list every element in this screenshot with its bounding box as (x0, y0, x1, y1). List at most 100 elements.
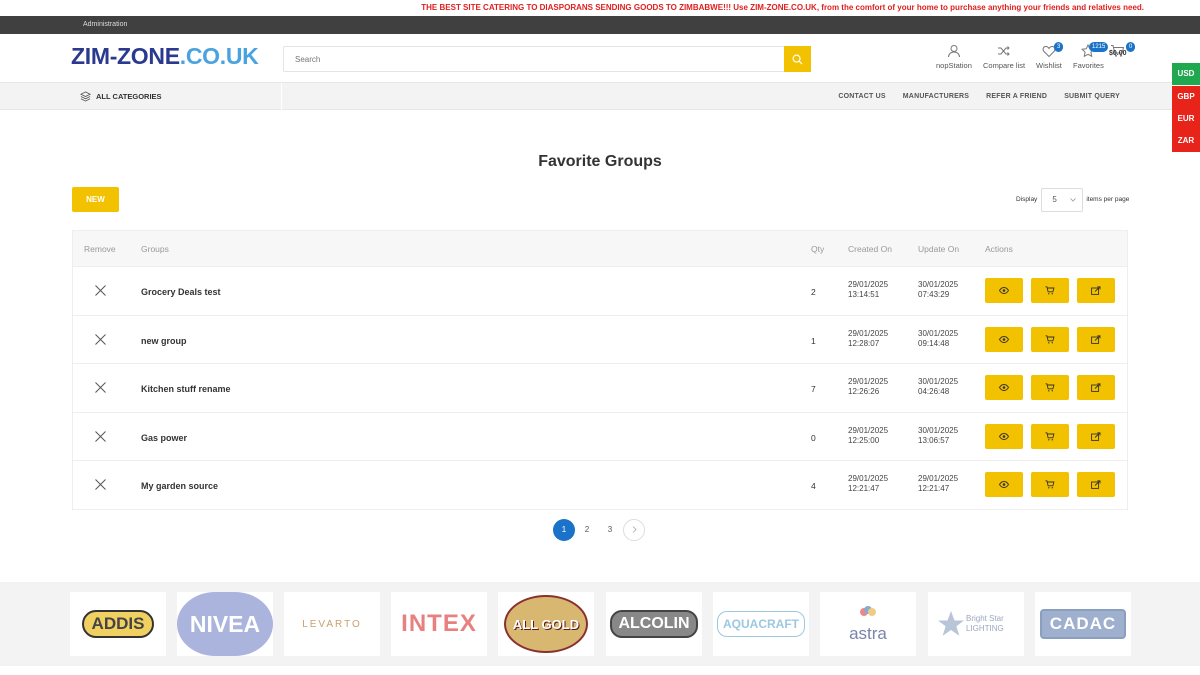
site-logo[interactable]: ZIM-ZONE.CO.UK (71, 43, 259, 70)
search-input[interactable] (284, 47, 784, 71)
remove-group-button[interactable] (95, 333, 106, 347)
cart-icon (1045, 480, 1055, 489)
all-categories-button[interactable]: ALL CATEGORIES (70, 83, 282, 110)
group-qty: 1 (811, 335, 816, 346)
favorite-groups-table: Remove Groups Qty Created On Update On A… (72, 230, 1128, 510)
updated-on: 30/01/2025 07:43:29 (918, 280, 978, 300)
add-to-cart-button[interactable] (1031, 423, 1069, 449)
brand-all-gold-name: ALL GOLD (512, 616, 580, 632)
share-group-button[interactable] (1077, 375, 1115, 401)
currency-eur[interactable]: EUR (1172, 108, 1200, 130)
star-icon (938, 611, 964, 636)
updated-date: 30/01/2025 (918, 280, 959, 289)
remove-group-button[interactable] (95, 430, 106, 444)
share-group-button[interactable] (1077, 472, 1115, 498)
created-on: 29/01/2025 12:28:07 (848, 329, 908, 349)
updated-time: 13:06:57 (918, 435, 950, 445)
header-updated-on: Update On (918, 244, 960, 254)
updated-time: 07:43:29 (918, 290, 950, 299)
add-to-cart-button[interactable] (1031, 278, 1069, 303)
created-time: 12:25:00 (848, 435, 880, 445)
created-time: 12:28:07 (848, 338, 880, 348)
favorites-link[interactable]: Favorites 1215 (1073, 42, 1109, 70)
chevron-down-icon (1070, 197, 1077, 202)
view-group-button[interactable] (985, 326, 1023, 352)
astra-flower-icon (859, 605, 876, 616)
all-categories-label: ALL CATEGORIES (96, 92, 162, 101)
compare-link[interactable]: Compare list (983, 44, 1025, 70)
share-group-button[interactable] (1077, 278, 1115, 303)
brand-all-gold[interactable]: ALL GOLD (498, 592, 594, 656)
group-name[interactable]: Gas power (141, 433, 187, 443)
table-row: Kitchen stuff rename 7 29/01/2025 12:26:26 3… (73, 363, 1127, 412)
add-to-cart-button[interactable] (1031, 326, 1069, 352)
group-name[interactable]: My garden source (141, 481, 218, 491)
brand-alcolin[interactable]: ALCOLIN (606, 592, 702, 656)
page-size-select[interactable]: 5 (1041, 187, 1084, 212)
brand-addis[interactable]: ADDIS (70, 592, 166, 656)
page-2[interactable]: 2 (576, 519, 598, 541)
remove-group-button[interactable] (95, 382, 106, 395)
eye-icon (999, 287, 1009, 294)
table-row: My garden source 4 29/01/2025 12:21:47 29/01… (73, 460, 1127, 509)
favorites-count-badge: 1215 (1089, 42, 1109, 52)
next-page-button[interactable] (623, 519, 645, 541)
nav-link-contact-us[interactable]: CONTACT US (838, 93, 885, 100)
created-on: 29/01/2025 12:26:26 (848, 377, 908, 397)
created-date: 29/01/2025 (848, 377, 889, 387)
close-icon (95, 333, 106, 345)
group-name[interactable]: new group (141, 336, 187, 346)
brand-astra[interactable]: astra (820, 592, 916, 656)
new-group-button[interactable]: NEW (72, 187, 119, 212)
currency-gbp[interactable]: GBP (1172, 86, 1200, 108)
brand-bright-star[interactable]: Bright Star LIGHTING (928, 592, 1024, 656)
nav-link-refer-a-friend[interactable]: REFER A FRIEND (986, 93, 1047, 100)
share-icon (1091, 334, 1101, 344)
view-group-button[interactable] (985, 278, 1023, 303)
nav-link-submit-query[interactable]: SUBMIT QUERY (1064, 93, 1120, 100)
header-remove: Remove (84, 244, 116, 254)
cart-count-badge: 0 (1126, 42, 1136, 52)
view-group-button[interactable] (985, 375, 1023, 401)
add-to-cart-button[interactable] (1031, 472, 1069, 498)
admin-bar: Administration (0, 16, 1200, 34)
created-time: 12:21:47 (848, 484, 880, 494)
group-qty: 7 (811, 384, 816, 395)
brand-intex[interactable]: INTEX (391, 592, 487, 656)
share-group-button[interactable] (1077, 423, 1115, 449)
currency-usd[interactable]: USD (1172, 63, 1200, 85)
shuffle-icon (998, 46, 1010, 56)
nav-link-manufacturers[interactable]: MANUFACTURERS (903, 93, 969, 100)
items-per-page-label: items per page (1086, 196, 1130, 203)
logo-part1: ZIM-ZONE (71, 43, 180, 69)
view-group-button[interactable] (985, 423, 1023, 449)
group-name[interactable]: Grocery Deals test (141, 287, 221, 297)
brand-cadac[interactable]: CADAC (1035, 592, 1131, 656)
header-created-on: Created On (848, 244, 892, 254)
brand-levarto[interactable]: LEVARTO (284, 592, 380, 656)
updated-date: 30/01/2025 (918, 328, 959, 338)
eye-icon (999, 335, 1009, 343)
remove-group-button[interactable] (95, 285, 106, 298)
add-to-cart-button[interactable] (1031, 375, 1069, 401)
search-box (283, 46, 811, 72)
remove-group-button[interactable] (95, 479, 106, 492)
brand-astra-name: astra (849, 623, 887, 643)
admin-link[interactable]: Administration (83, 21, 127, 28)
currency-zar[interactable]: ZAR (1172, 130, 1200, 152)
account-link[interactable]: nopStation (936, 44, 972, 70)
brand-nivea[interactable]: NIVEA (177, 592, 273, 656)
group-name[interactable]: Kitchen stuff rename (141, 384, 231, 394)
search-button[interactable] (784, 46, 811, 72)
created-time: 12:26:26 (848, 387, 880, 397)
table-row: new group 1 29/01/2025 12:28:07 30/01/2025 09… (73, 314, 1127, 364)
brand-aquacraft[interactable]: AQUACRAFT (713, 592, 809, 656)
page-1[interactable]: 1 (553, 519, 575, 541)
share-group-button[interactable] (1077, 326, 1115, 352)
page-3[interactable]: 3 (599, 519, 621, 541)
view-group-button[interactable] (985, 472, 1023, 498)
updated-date: 30/01/2025 (918, 425, 959, 435)
wishlist-link[interactable]: Wishlist 3 (1036, 42, 1064, 70)
brand-bright-star-name: Bright Star LIGHTING (966, 614, 1004, 633)
updated-time: 04:26:48 (918, 387, 950, 397)
